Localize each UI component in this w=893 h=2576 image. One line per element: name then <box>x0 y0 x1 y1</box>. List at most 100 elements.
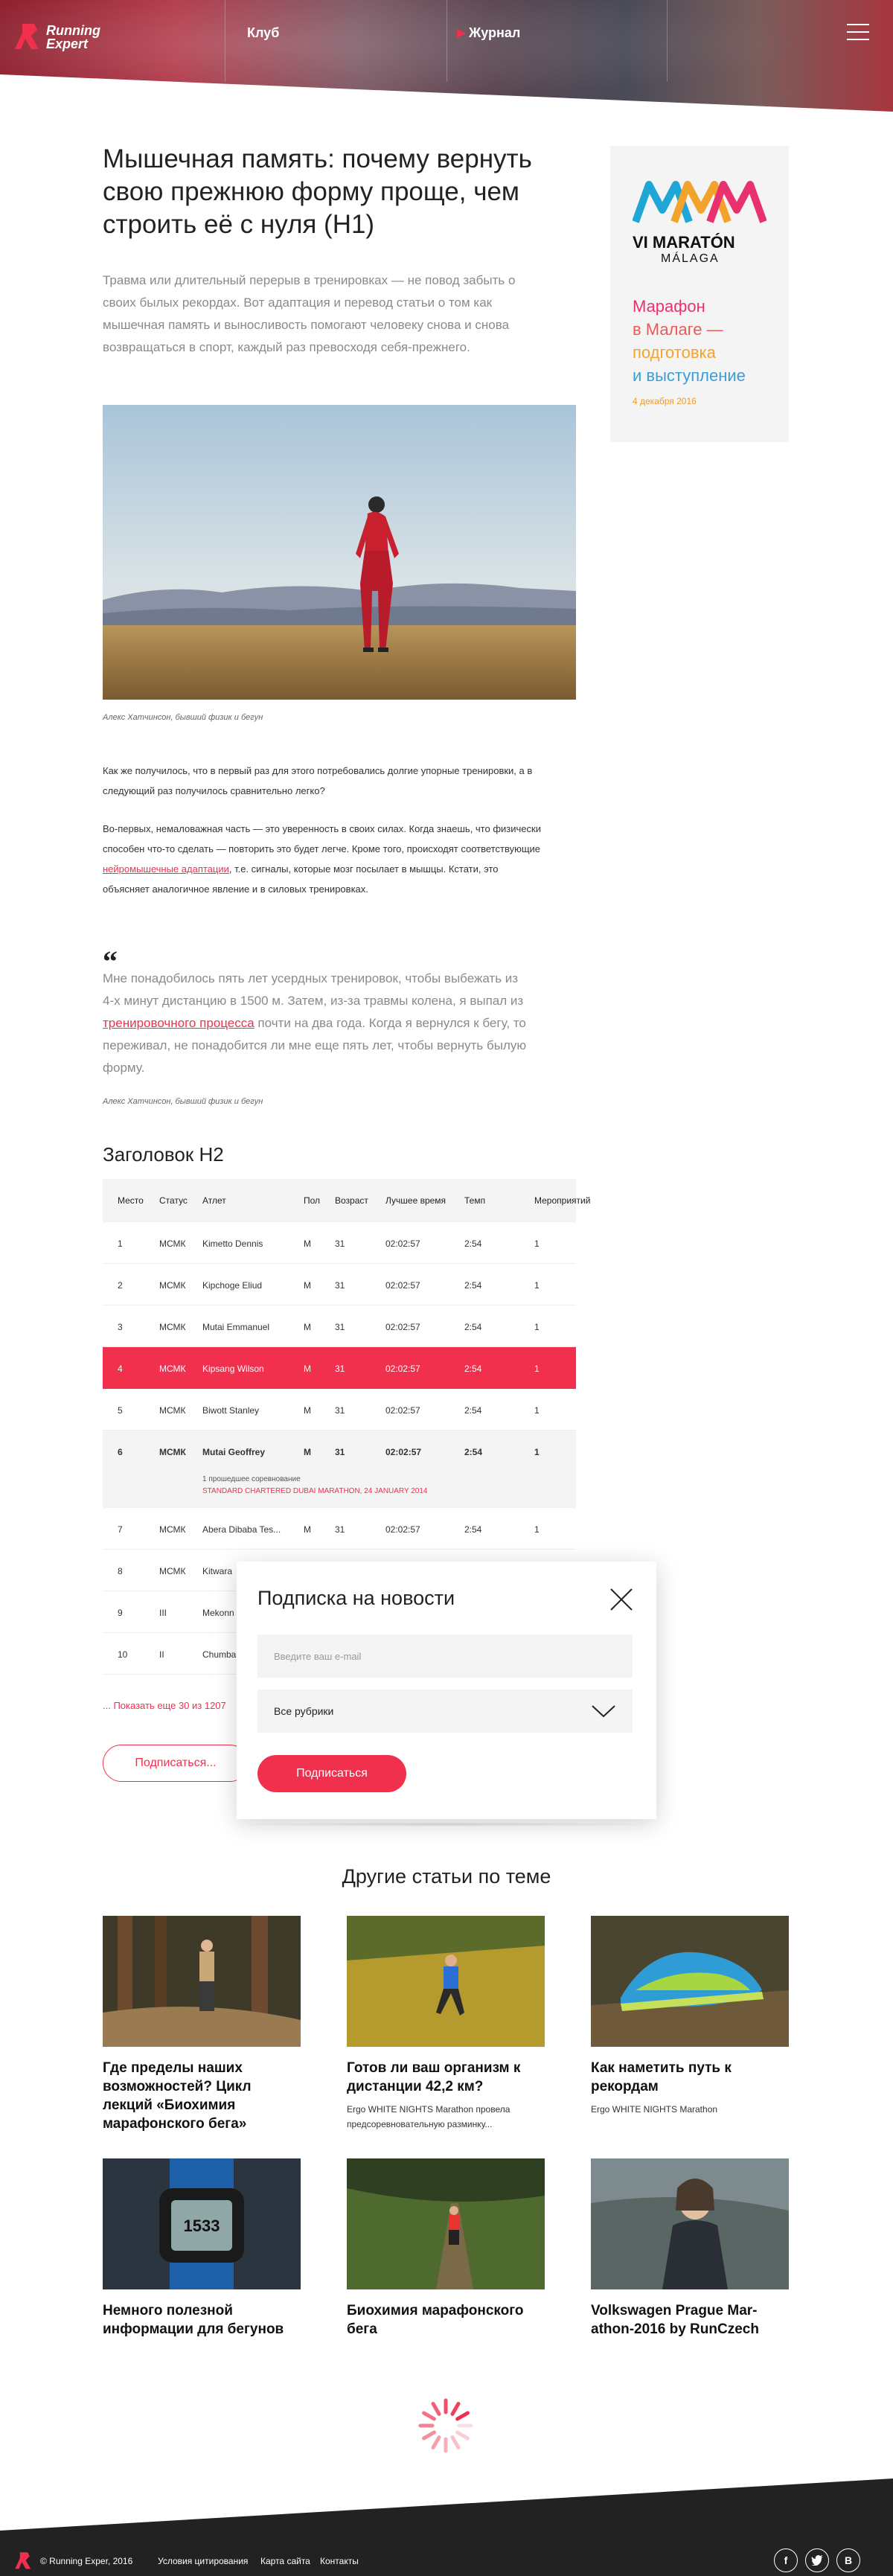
related-card[interactable]: Где пределы наших возможностей? Цикл лек… <box>103 1916 301 2139</box>
card-title: Как наметить путь к рекордам <box>591 2060 732 2094</box>
facebook-icon[interactable]: f <box>774 2548 798 2572</box>
neuromuscular-link[interactable]: нейромышечные адаптации <box>103 863 229 875</box>
related-card[interactable]: 1533 Немного полезной информации для бег… <box>103 2158 301 2345</box>
column-header[interactable]: Темп <box>464 1195 485 1206</box>
nav-separator <box>667 0 668 82</box>
category-select-value: Все рубрики <box>274 1705 334 1717</box>
close-icon[interactable] <box>609 1587 634 1612</box>
table-cell: Kipsang Wilson <box>202 1364 264 1374</box>
vk-icon[interactable]: В <box>836 2548 860 2572</box>
table-cell: МСМК <box>159 1447 186 1457</box>
table-cell: 02:02:57 <box>385 1524 420 1535</box>
related-card[interactable]: Готов ли ваш организм к дистанции 42,2 к… <box>347 1916 545 2132</box>
table-row[interactable]: 4 МСМК Kipsang Wilson M 31 02:02:57 2:54 1 <box>103 1347 576 1389</box>
category-select[interactable]: Все рубрики <box>257 1690 633 1733</box>
logo[interactable]: Running Expert <box>15 22 100 52</box>
card-image <box>103 1916 301 2047</box>
table-cell: II <box>159 1649 164 1660</box>
table-cell: 1 <box>534 1364 540 1374</box>
column-header[interactable]: Пол <box>304 1195 320 1206</box>
table-cell: МСМК <box>159 1280 186 1291</box>
row-event-link[interactable]: STANDARD CHARTERED DUBAI MARATHON, 24 JA… <box>202 1487 427 1495</box>
quote-author: Алекс Хатчинсон, бывший физик и бегун <box>103 1097 263 1106</box>
article-lead: Травма или длительный перерыв в трениров… <box>103 273 516 354</box>
table-cell: МСМК <box>159 1322 186 1332</box>
show-more-link[interactable]: ... Показать еще 30 из 1207 <box>103 1700 226 1711</box>
article-hero-image <box>103 405 576 700</box>
table-cell: 1 <box>534 1322 540 1332</box>
table-cell: 2:54 <box>464 1322 482 1332</box>
subscribe-button[interactable]: Подписаться <box>257 1755 406 1792</box>
ad-brand-line-1: VI MARATÓN <box>633 233 735 252</box>
column-header[interactable]: Статус <box>159 1195 188 1206</box>
table-cell: 2:54 <box>464 1524 482 1535</box>
ad-banner[interactable]: VI MARATÓN MÁLAGA Марафон в Малаге — под… <box>610 146 789 442</box>
table-row[interactable]: 6 МСМК Mutai Geoffrey M 31 02:02:57 2:54 1 1 про… <box>103 1431 576 1508</box>
table-cell: МСМК <box>159 1239 186 1249</box>
table-cell: 2:54 <box>464 1280 482 1291</box>
table-cell: 31 <box>335 1524 345 1535</box>
table-cell: МСМК <box>159 1405 186 1416</box>
subscribe-popup: Подписка на новости Все рубрики Подписат… <box>237 1562 656 1819</box>
table-cell: 2:54 <box>464 1239 482 1249</box>
table-cell: 31 <box>335 1322 345 1332</box>
runner-photo <box>103 405 576 700</box>
table-cell: 6 <box>118 1447 123 1457</box>
footer-link-sitemap[interactable]: Карта сайта <box>260 2556 310 2566</box>
related-card[interactable]: Volkswagen Prague Mar- athon-2016 by Run… <box>591 2158 789 2345</box>
running-shoe-photo <box>591 1916 789 2047</box>
site-footer: © Running Exper, 2016 Условия цитировани… <box>0 2478 893 2576</box>
related-card[interactable]: Биохимия марафонского бега <box>347 2158 545 2345</box>
column-header[interactable]: Лучшее время <box>385 1195 446 1206</box>
logo-line-1: Running <box>46 23 100 38</box>
logo-runner-icon <box>15 24 39 49</box>
footer-background <box>0 2478 893 2576</box>
nav-item-journal[interactable]: Журнал <box>457 25 520 41</box>
column-header[interactable]: Возраст <box>335 1195 368 1206</box>
card-title: Биохимия марафонского бега <box>347 2303 524 2337</box>
nav-item-club[interactable]: Клуб <box>247 25 279 41</box>
article-quote: Мне понадобилось пять лет усердных трени… <box>103 968 527 1079</box>
footer-link-citation[interactable]: Условия цитирования <box>158 2556 248 2566</box>
table-cell: M <box>304 1524 311 1535</box>
table-row[interactable]: 3 МСМК Mutai Emmanuel M 31 02:02:57 2:54 1 <box>103 1305 576 1347</box>
table-row[interactable]: 7 МСМК Abera Dibaba Tes... M 31 02:02:57 2:54 1 <box>103 1508 576 1550</box>
image-caption: Алекс Хатчинсон, бывший физик и бегун <box>103 713 263 722</box>
ad-brand-line-2: MÁLAGA <box>661 252 720 265</box>
footer-link-contacts[interactable]: Контакты <box>320 2556 359 2566</box>
column-header[interactable]: Атлет <box>202 1195 226 1206</box>
table-row[interactable]: 5 МСМК Biwott Stanley M 31 02:02:57 2:54 1 <box>103 1389 576 1431</box>
active-flag-icon <box>457 29 466 39</box>
table-row[interactable]: 1 МСМК Kimetto Dennis M 31 02:02:57 2:54 1 <box>103 1222 576 1264</box>
field-runner-photo <box>347 1916 545 2047</box>
malaga-marathon-logo: VI MARATÓN MÁLAGA <box>632 180 767 266</box>
column-header[interactable]: Мероприятий <box>534 1195 590 1206</box>
training-process-link[interactable]: тренировочного процесса <box>103 1016 255 1030</box>
spinner-segment <box>422 2411 436 2421</box>
site-header: Running Expert Клуб Журнал <box>0 0 893 112</box>
card-title: Готов ли ваш организм к дистанции 42,2 к… <box>347 2060 521 2094</box>
twitter-bird-icon <box>811 2555 823 2566</box>
spinner-segment <box>450 2402 461 2416</box>
footer-logo-icon[interactable] <box>15 2551 33 2571</box>
ad-title-line: Марафон <box>633 297 705 316</box>
table-row[interactable]: 2 МСМК Kipchoge Eliud M 31 02:02:57 2:54 1 <box>103 1264 576 1305</box>
table-cell: Mutai Geoffrey <box>202 1447 266 1457</box>
subscribe-outline-button[interactable]: Подписаться... <box>103 1745 249 1782</box>
menu-burger-icon[interactable] <box>847 24 869 40</box>
table-cell: 02:02:57 <box>385 1322 420 1332</box>
article-title: Мышечная память: почему вернуть свою пре… <box>103 144 532 239</box>
logo-line-2: Expert <box>46 36 89 51</box>
article-paragraph: Во-первых, немаловажная часть — это увер… <box>103 819 542 899</box>
related-card[interactable]: Как наметить путь к рекордам Ergo WHITE … <box>591 1916 789 2117</box>
woman-runner-photo <box>591 2158 789 2289</box>
twitter-icon[interactable] <box>805 2548 829 2572</box>
card-image <box>347 2158 545 2289</box>
card-desc: Ergo WHITE NIGHTS Marathon провела предс… <box>347 2104 510 2129</box>
spinner-segment <box>450 2435 461 2449</box>
email-input[interactable] <box>257 1634 633 1678</box>
table-cell: Chumba <box>202 1649 237 1660</box>
table-cell: 31 <box>335 1405 345 1416</box>
table-cell: 1 <box>534 1280 540 1291</box>
column-header[interactable]: Место <box>118 1195 144 1206</box>
